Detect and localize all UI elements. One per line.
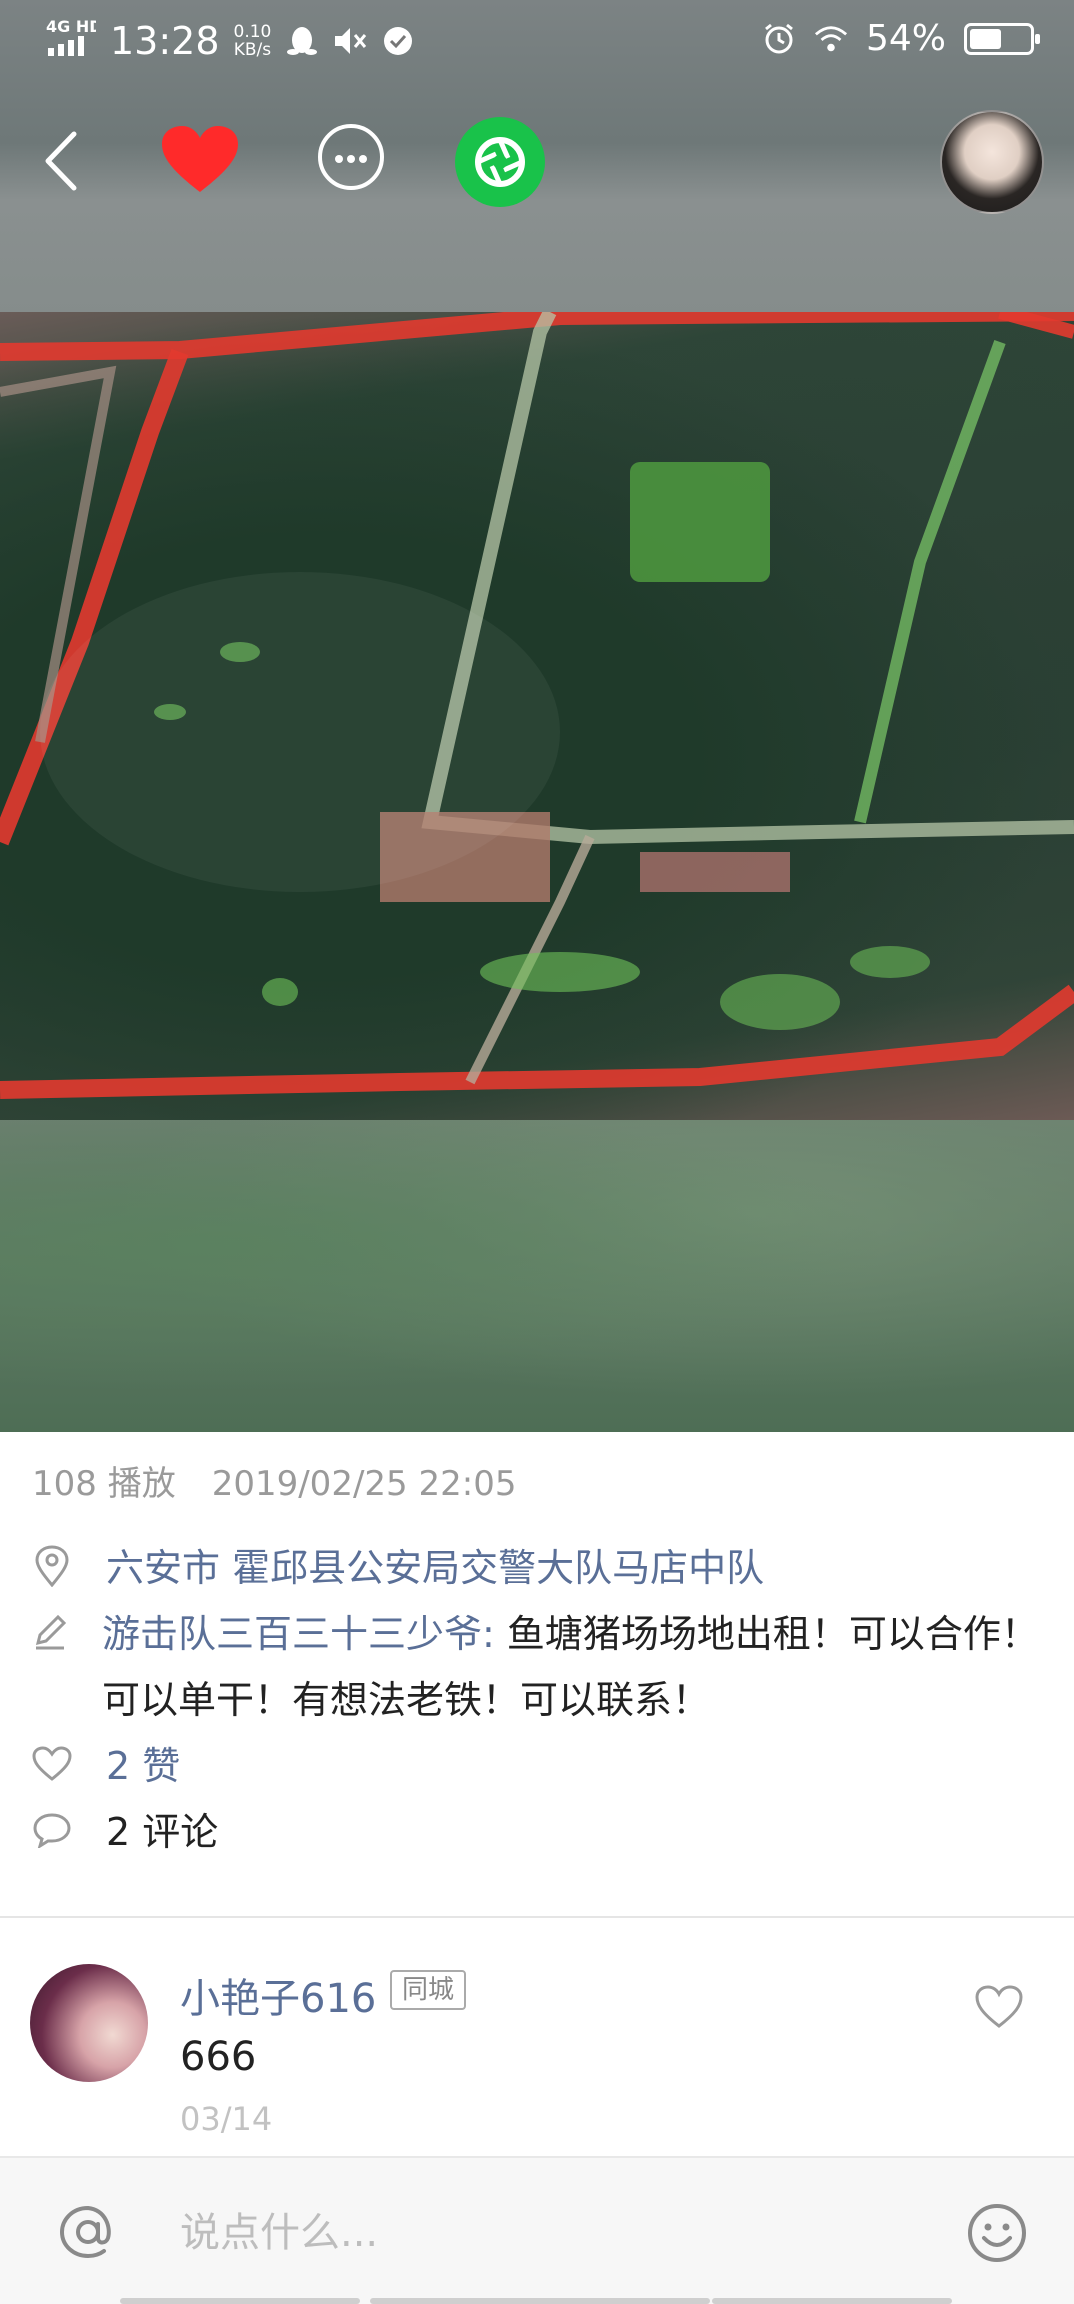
likes-count[interactable]: 2 赞 xyxy=(106,1742,180,1790)
back-arrow-icon[interactable] xyxy=(36,126,86,196)
comment-bubble-icon xyxy=(32,1808,72,1852)
at-mention-icon[interactable] xyxy=(56,2200,120,2264)
comment-date: 03/14 xyxy=(180,2100,273,2138)
comment-text: 666 xyxy=(180,2034,257,2080)
more-icon[interactable] xyxy=(318,124,384,190)
mute-icon xyxy=(333,24,367,58)
nav-hint-bar xyxy=(712,2298,952,2304)
battery-icon xyxy=(964,22,1040,55)
moments-shutter-icon[interactable] xyxy=(455,117,545,207)
battery-fill xyxy=(970,28,1002,49)
nav-hint-bar xyxy=(370,2298,710,2304)
header-toolbar xyxy=(0,110,1074,214)
heart-icon[interactable] xyxy=(160,124,240,196)
post-info: 108 播放 2019/02/25 22:05 六安市 霍邱县公安局交警大队马店中… xyxy=(0,1432,1074,1916)
aerial-map-photo xyxy=(0,312,1074,1120)
location-row[interactable]: 六安市 霍邱县公安局交警大队马店中队 xyxy=(32,1544,764,1592)
qq-penguin-icon xyxy=(285,24,319,58)
post-caption-row: 游击队三百三十三少爷: 鱼塘猪场场地出租！可以合作！可以单干！有想法老铁！可以联… xyxy=(32,1610,1042,1733)
emoji-icon[interactable] xyxy=(966,2202,1028,2264)
location-pin-icon xyxy=(32,1544,72,1588)
post-caption: 游击队三百三十三少爷: 鱼塘猪场场地出租！可以合作！可以单干！有想法老铁！可以联… xyxy=(102,1601,1042,1733)
comment-input[interactable] xyxy=(180,2198,920,2268)
edit-pencil-icon xyxy=(32,1610,68,1654)
comment-input-bar xyxy=(0,2156,1074,2304)
speed-unit: KB/s xyxy=(233,39,272,60)
comments-row: 2 评论 xyxy=(32,1808,218,1856)
location-link[interactable]: 六安市 霍邱县公安局交警大队马店中队 xyxy=(106,1544,764,1592)
status-bar: 4G HD 13:28 0.10 KB/s 54% xyxy=(0,0,1074,84)
avatar[interactable] xyxy=(940,110,1044,214)
comment-item[interactable]: 小艳子616 同城 666 03/14 xyxy=(0,1918,1074,2156)
comment-like-icon[interactable] xyxy=(974,1984,1024,2030)
same-city-badge: 同城 xyxy=(390,1970,467,2010)
play-count: 108 播放 xyxy=(32,1464,176,1504)
network-speed: 0.10 KB/s xyxy=(234,23,272,59)
speed-value: 0.10 xyxy=(233,21,272,42)
likes-row[interactable]: 2 赞 xyxy=(32,1742,180,1790)
signal-icon: 4G HD xyxy=(46,17,103,63)
heart-outline-icon xyxy=(32,1742,72,1786)
status-time: 13:28 xyxy=(110,18,220,63)
nav-hint-bar xyxy=(120,2298,360,2304)
comments-count: 2 评论 xyxy=(106,1810,219,1854)
blurred-background xyxy=(0,1120,1074,1432)
check-circle-icon xyxy=(381,24,415,58)
wifi-icon xyxy=(814,22,848,56)
alarm-icon xyxy=(762,22,796,56)
post-meta: 108 播放 2019/02/25 22:05 xyxy=(32,1456,516,1505)
video-area[interactable]: 4G HD 13:28 0.10 KB/s 54% xyxy=(0,0,1074,1432)
commenter-name[interactable]: 小艳子616 xyxy=(180,1966,376,2024)
battery-percent: 54% xyxy=(865,18,946,59)
post-author[interactable]: 游击队三百三十三少爷: xyxy=(102,1612,495,1656)
svg-text:4G HD: 4G HD xyxy=(46,18,96,36)
commenter-avatar[interactable] xyxy=(30,1964,148,2082)
post-datetime: 2019/02/25 22:05 xyxy=(211,1464,517,1504)
